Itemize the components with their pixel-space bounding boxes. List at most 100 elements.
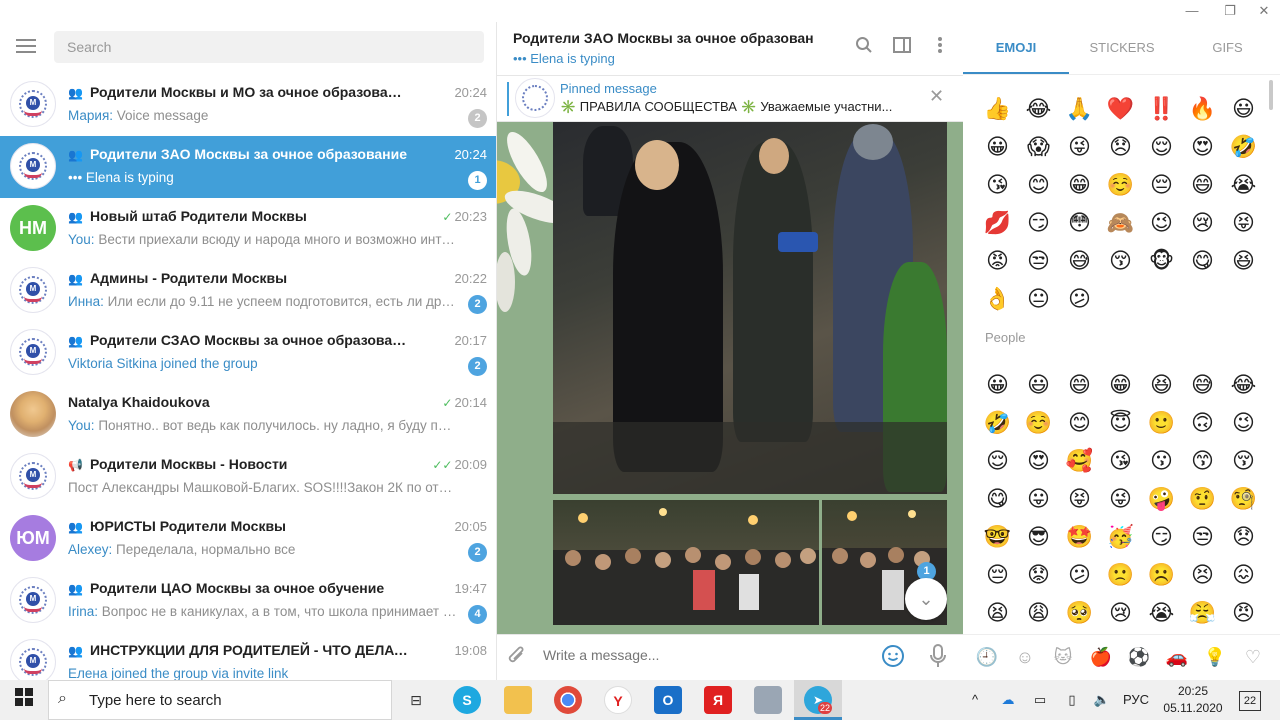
emoji-item[interactable]: 🤓 [977,518,1018,556]
emoji-item[interactable]: 🙂 [1141,404,1182,442]
emoji-item[interactable]: 😜 [1100,480,1141,518]
emoji-item[interactable]: 😭 [1223,166,1264,204]
emoji-item[interactable]: 😳 [1059,204,1100,242]
emoji-item[interactable]: 😝 [1223,204,1264,242]
emoji-item[interactable]: 😍 [1182,128,1223,166]
emoji-item[interactable]: 😞 [1223,518,1264,556]
emoji-item[interactable]: 😕 [1059,280,1100,318]
tab-emoji[interactable]: EMOJI [963,22,1069,74]
emoji-item[interactable]: 😟 [1018,556,1059,594]
onedrive-icon[interactable]: ☁ [996,680,1020,720]
more-options-icon[interactable] [929,36,951,58]
symbols-icon[interactable]: ♡ [1241,645,1265,669]
emoji-item[interactable]: 🥰 [1059,442,1100,480]
close-window-button[interactable]: ✕ [1250,0,1278,22]
emoji-item[interactable]: ☹️ [1141,556,1182,594]
emoji-item[interactable]: 😢 [1182,204,1223,242]
emoji-item[interactable]: ☺️ [1100,166,1141,204]
chrome-icon[interactable] [554,686,582,714]
emoji-item[interactable]: 😣 [1182,556,1223,594]
message-photo-main[interactable] [553,122,947,494]
message-photo-crowd-1[interactable] [553,500,819,625]
emoji-item[interactable]: 😎 [1018,518,1059,556]
tab-stickers[interactable]: STICKERS [1069,22,1175,74]
emoji-item[interactable]: 😢 [1100,594,1141,632]
emoji-item[interactable]: ‼️ [1141,90,1182,128]
emoji-item[interactable]: 👍 [977,90,1018,128]
emoji-item[interactable]: 😙 [1182,442,1223,480]
objects-icon[interactable]: 💡 [1203,645,1227,669]
chat-list-item[interactable]: M 👥 Родители СЗАО Москвы за очное образова… [0,322,496,384]
battery-icon[interactable]: ▭ [1030,680,1050,720]
yandex-icon[interactable]: Я [704,686,732,714]
language-indicator[interactable]: РУС [1120,680,1152,720]
emoji-item[interactable]: 🙁 [1100,556,1141,594]
recent-icon[interactable]: 🕘 [975,645,999,669]
emoji-item[interactable]: 😭 [1141,594,1182,632]
task-view-icon[interactable]: ⊟ [402,686,430,714]
scroll-down-button[interactable]: ⌄ [905,578,947,620]
emoji-item[interactable]: 😏 [1018,204,1059,242]
emoji-item[interactable]: 🤪 [1141,480,1182,518]
emoji-item[interactable]: ❤️ [1100,90,1141,128]
attach-icon[interactable] [507,645,527,673]
emoji-item[interactable]: 😖 [1223,556,1264,594]
tab-gifs[interactable]: GIFS [1175,22,1280,74]
emoji-item[interactable]: 👌 [977,280,1018,318]
emoji-item[interactable]: 💋 [977,204,1018,242]
emoji-item[interactable]: 😚 [1223,442,1264,480]
emoji-item[interactable]: 🤣 [977,404,1018,442]
emoji-item[interactable]: 😌 [1141,128,1182,166]
minimize-button[interactable]: — [1178,0,1206,22]
emoji-item[interactable]: 😤 [1182,594,1223,632]
skype-icon[interactable]: S [453,686,481,714]
emoji-item[interactable]: 😩 [1018,594,1059,632]
emoji-item[interactable]: 🤣 [1223,128,1264,166]
emoji-item[interactable]: 😋 [977,480,1018,518]
emoji-item[interactable]: 🤩 [1059,518,1100,556]
emoji-item[interactable]: 😔 [1141,166,1182,204]
sidebar-toggle-icon[interactable] [891,36,913,58]
emoji-item[interactable]: 🤨 [1182,480,1223,518]
taskbar-clock[interactable]: 20:25 05.11.2020 [1156,683,1230,717]
emoji-item[interactable]: 😇 [1100,404,1141,442]
pinned-message-bar[interactable]: Pinned message ✳️ ПРАВИЛА СООБЩЕСТВА ✳️ … [497,76,963,122]
emoji-item[interactable]: 😛 [1018,480,1059,518]
outlook-icon[interactable]: O [654,686,682,714]
animals-icon[interactable]: 🐱 [1051,645,1075,669]
chat-list-item[interactable]: M 👥 Родители ЗАО Москвы за очное образован… [0,136,496,198]
notification-center-icon[interactable]: 22 [1236,680,1264,720]
message-input[interactable] [543,647,843,663]
chat-list-item[interactable]: M 👥 Родители Москвы и МО за очное образова… [0,74,496,136]
maximize-button[interactable]: ❐ [1216,0,1244,22]
emoji-item[interactable]: 🙈 [1100,204,1141,242]
emoji-item[interactable]: 🔥 [1182,90,1223,128]
emoji-item[interactable]: 🐵 [1141,242,1182,280]
chat-title[interactable]: Родители ЗАО Москвы за очное образован..… [513,30,813,46]
emoji-item[interactable]: 😁 [1100,366,1141,404]
telegram-taskbar-button[interactable]: ➤ 22 [794,680,842,720]
emoji-item[interactable]: 😅 [1182,366,1223,404]
emoji-item[interactable]: 😱 [1018,128,1059,166]
file-explorer-icon[interactable] [504,686,532,714]
emoji-item[interactable]: 😃 [1223,90,1264,128]
emoji-item[interactable]: 😌 [977,442,1018,480]
emoji-item[interactable]: 😉 [1223,404,1264,442]
emoji-item[interactable]: 😘 [977,166,1018,204]
emoji-item[interactable]: 🥺 [1059,594,1100,632]
chat-list-item[interactable]: M 📢 Родители Москвы - Новости ✓✓ 20:09 Пост … [0,446,496,508]
emoji-item[interactable]: 😠 [1223,594,1264,632]
emoji-item[interactable]: 😡 [977,242,1018,280]
emoji-icon[interactable] [881,644,905,674]
emoji-item[interactable]: 😜 [1059,128,1100,166]
smileys-icon[interactable]: ☺ [1013,645,1037,669]
emoji-item[interactable]: 😆 [1223,242,1264,280]
emoji-item[interactable]: 😆 [1141,366,1182,404]
emoji-item[interactable]: 😕 [1059,556,1100,594]
network-icon[interactable]: ▯ [1062,680,1082,720]
emoji-item[interactable]: 🥳 [1100,518,1141,556]
emoji-item[interactable]: ☺️ [1018,404,1059,442]
emoji-item[interactable]: 😊 [1059,404,1100,442]
emoji-item[interactable]: 😄 [1059,366,1100,404]
emoji-item[interactable]: 😏 [1141,518,1182,556]
